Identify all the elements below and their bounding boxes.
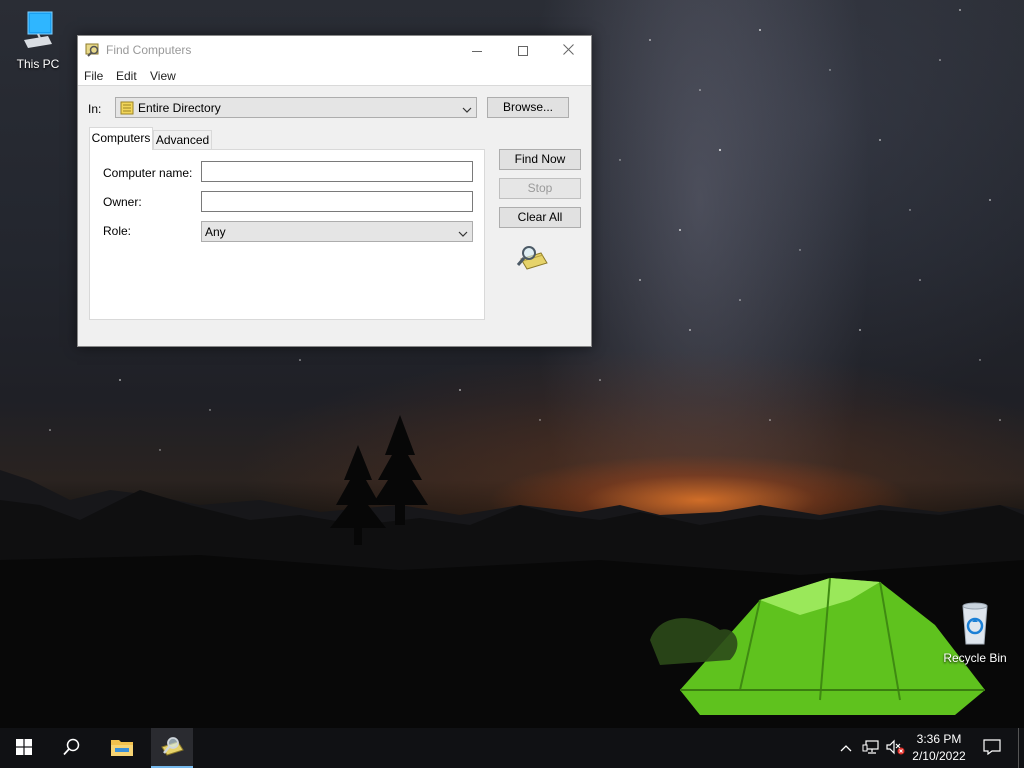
menu-view[interactable]: View — [150, 69, 176, 83]
clock-time[interactable]: 3:36 PM — [908, 732, 970, 746]
show-hidden-icons-button[interactable] — [836, 728, 856, 768]
maximize-button[interactable] — [500, 36, 546, 66]
tab-advanced[interactable]: Advanced — [153, 130, 212, 149]
computer-name-field[interactable] — [201, 161, 473, 182]
search-animation-icon — [515, 243, 549, 274]
chevron-up-icon — [840, 741, 852, 755]
menu-edit[interactable]: Edit — [116, 69, 137, 83]
taskbar-file-explorer[interactable] — [98, 728, 146, 768]
chevron-down-icon — [462, 103, 472, 117]
desktop-icon-this-pc[interactable]: This PC — [0, 10, 76, 71]
find-computers-icon — [159, 735, 185, 760]
minimize-icon — [472, 50, 482, 52]
in-label: In: — [88, 102, 102, 116]
close-icon — [562, 44, 574, 58]
chevron-down-icon — [458, 227, 468, 241]
window-title: Find Computers — [106, 43, 192, 57]
scope-dropdown[interactable]: Entire Directory — [115, 97, 477, 118]
taskbar-search-button[interactable] — [48, 728, 96, 768]
maximize-icon — [518, 46, 528, 56]
menu-bar: File Edit View — [78, 66, 591, 86]
start-button[interactable] — [0, 728, 48, 768]
title-bar[interactable]: Find Computers — [78, 36, 591, 66]
computer-name-label: Computer name: — [103, 166, 193, 180]
directory-icon — [120, 101, 134, 118]
close-button[interactable] — [545, 36, 591, 66]
recycle-bin-icon — [955, 602, 995, 649]
scope-value: Entire Directory — [138, 101, 221, 115]
computers-tab-panel: Computer name: Owner: Role: Any — [89, 149, 485, 320]
find-now-button[interactable]: Find Now — [499, 149, 581, 170]
browse-button[interactable]: Browse... — [487, 97, 569, 118]
taskbar-find-computers[interactable] — [151, 728, 193, 768]
clock-date[interactable]: 2/10/2022 — [908, 749, 970, 763]
notifications-icon — [983, 738, 1001, 758]
role-value: Any — [205, 225, 226, 239]
show-desktop-button[interactable] — [1018, 728, 1024, 768]
volume-button[interactable] — [884, 728, 906, 768]
minimize-button[interactable] — [454, 36, 500, 66]
role-dropdown[interactable]: Any — [201, 221, 473, 242]
network-icon — [862, 739, 880, 758]
menu-file[interactable]: File — [84, 69, 103, 83]
network-status-button[interactable] — [860, 728, 882, 768]
folder-icon — [110, 737, 134, 760]
owner-field[interactable] — [201, 191, 473, 212]
owner-label: Owner: — [103, 195, 142, 209]
desktop-icon-label: Recycle Bin — [943, 651, 1007, 665]
taskbar: 3:36 PM 2/10/2022 — [0, 728, 1024, 768]
find-computers-icon — [85, 42, 101, 61]
desktop-icon-label: This PC — [16, 57, 60, 71]
role-label: Role: — [103, 224, 132, 238]
search-icon — [63, 738, 81, 759]
desktop-icon-recycle-bin[interactable]: Recycle Bin — [937, 602, 1013, 665]
find-computers-window: Find Computers File Edit View In: Entire… — [77, 35, 592, 347]
windows-logo-icon — [16, 738, 32, 758]
action-center-button[interactable] — [978, 728, 1006, 768]
tab-computers[interactable]: Computers — [89, 127, 153, 150]
stop-button[interactable]: Stop — [499, 178, 581, 199]
computer-icon — [18, 10, 58, 55]
volume-muted-icon — [885, 739, 905, 758]
clear-all-button[interactable]: Clear All — [499, 207, 581, 228]
